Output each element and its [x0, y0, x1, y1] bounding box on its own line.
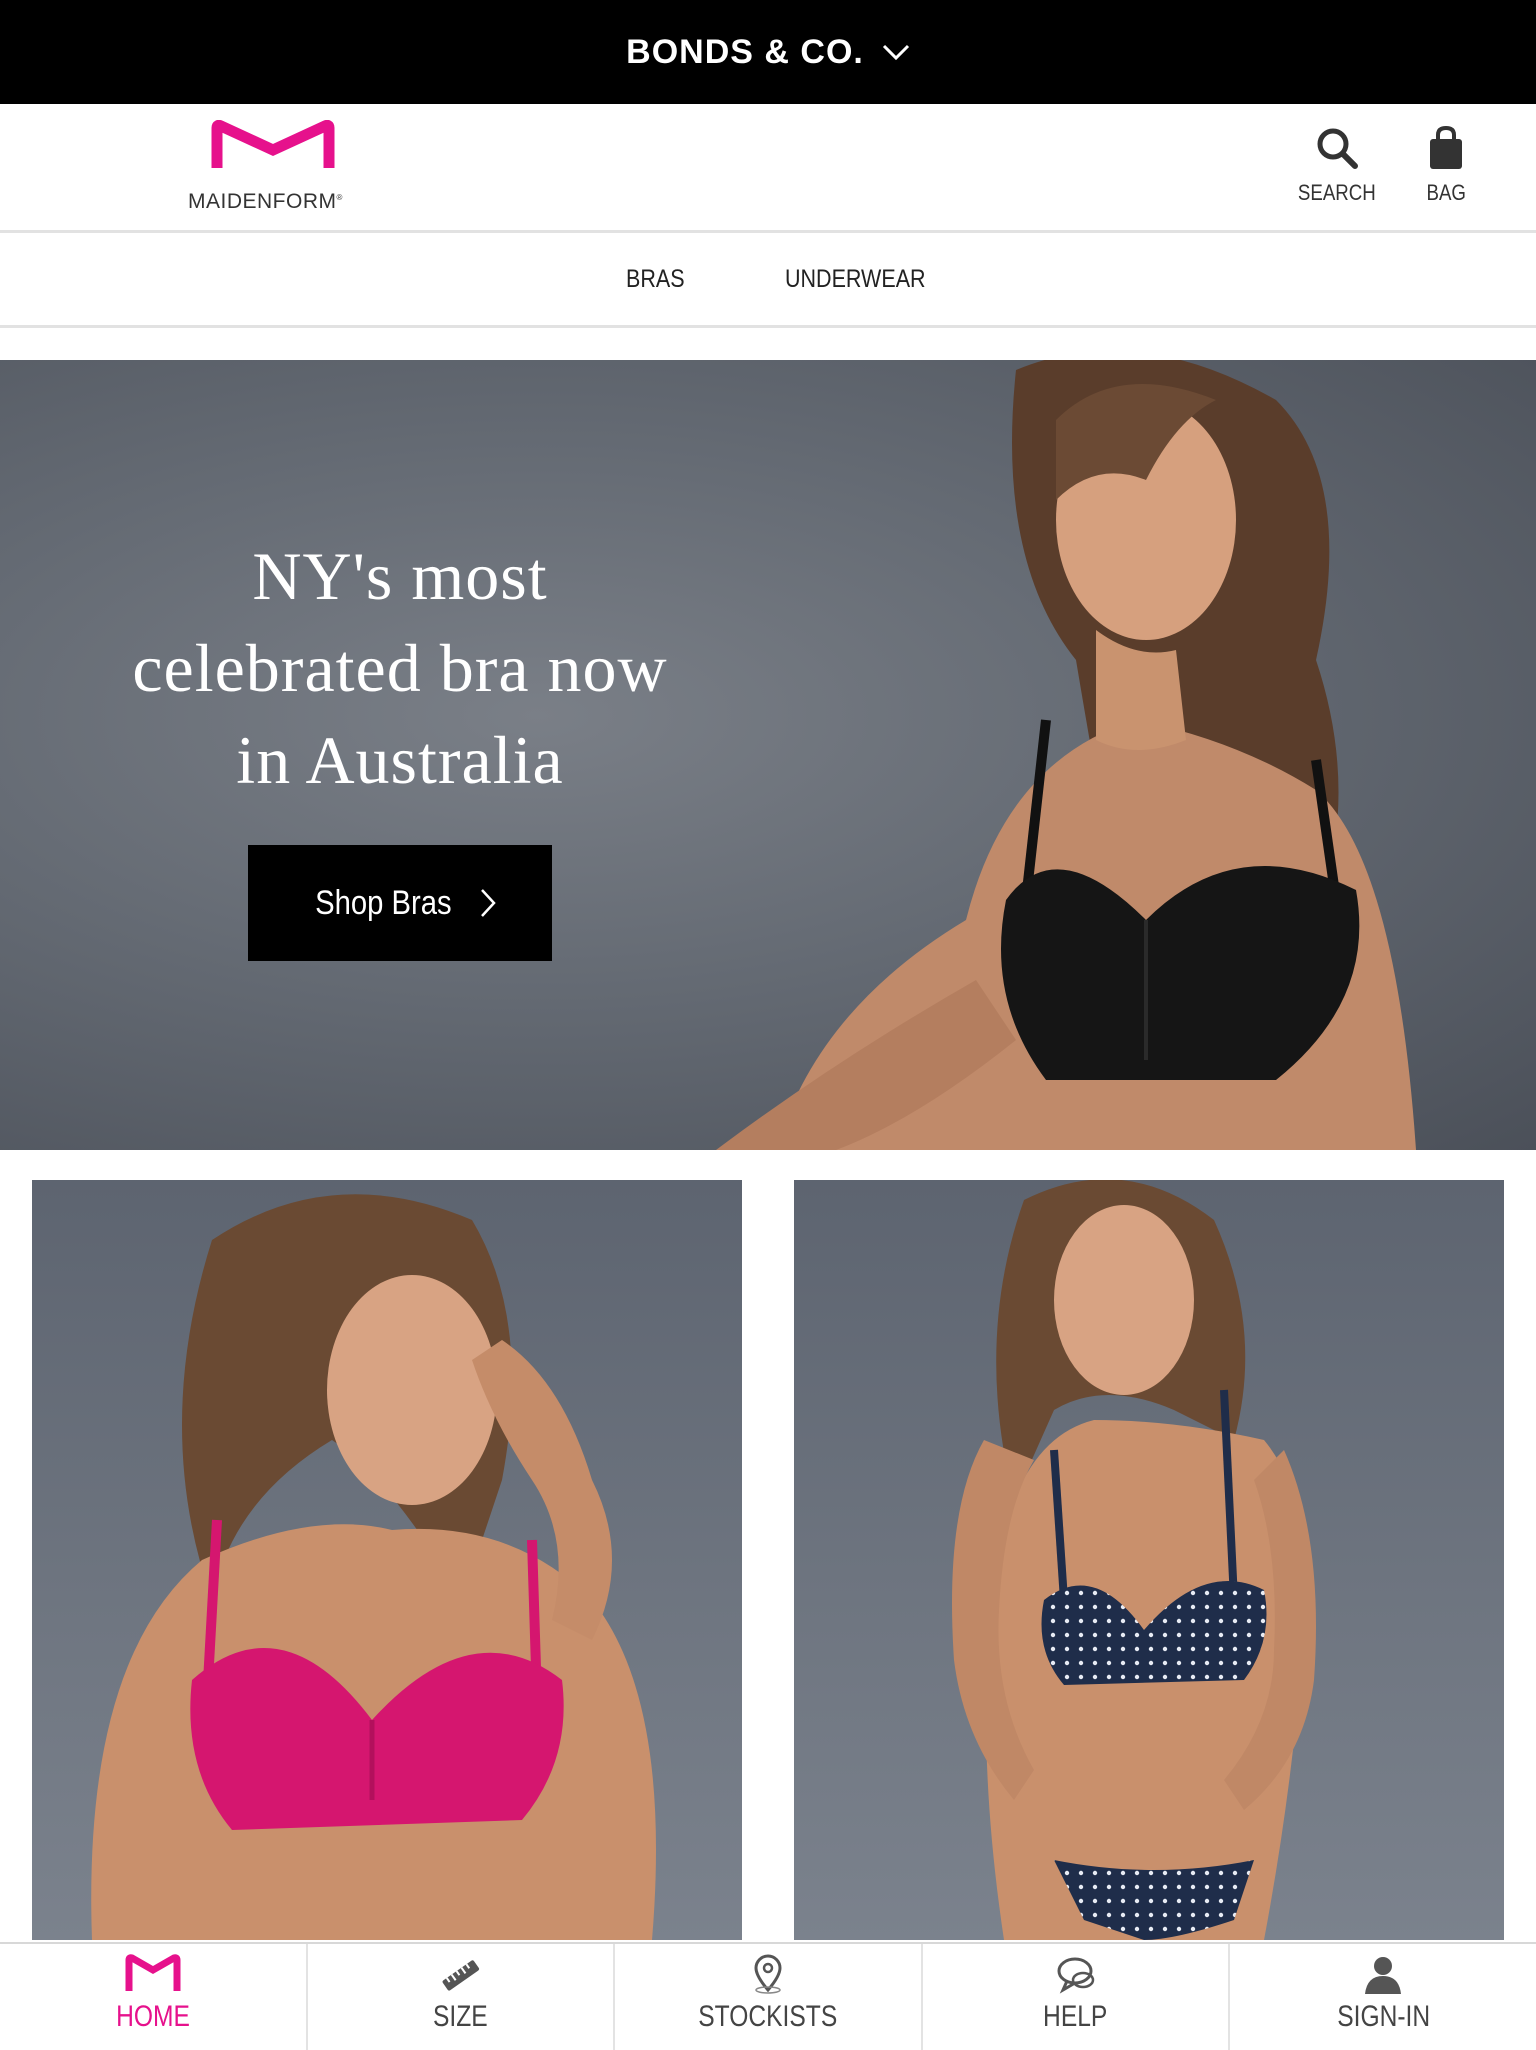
- hero-headline-line-2: celebrated bra now: [132, 630, 668, 706]
- bag-button[interactable]: BAG: [1408, 126, 1484, 206]
- tab-size-label: SIZE: [433, 2000, 488, 2033]
- tab-home-label: HOME: [115, 2000, 190, 2033]
- map-pin-icon: [754, 1954, 782, 1994]
- product-tile-pink-bra[interactable]: [32, 1180, 742, 1940]
- logo-text: MAIDENFORM®: [188, 190, 343, 213]
- chat-bubble-icon: [1057, 1957, 1094, 1994]
- brand-name: BONDS & CO.: [626, 32, 864, 71]
- maidenform-m-icon: [125, 1954, 181, 1991]
- shop-bras-button[interactable]: Shop Bras: [248, 845, 552, 961]
- hero-headline-line-1: NY's most: [252, 538, 548, 614]
- ruler-icon: [442, 1960, 480, 1991]
- chevron-right-icon: [481, 889, 497, 917]
- tab-size[interactable]: SIZE: [305, 1944, 614, 2050]
- tab-stockists[interactable]: STOCKISTS: [613, 1944, 921, 2050]
- tab-sign-in-label: SIGN-IN: [1336, 2000, 1430, 2033]
- nav-tab-underwear[interactable]: UNDERWEAR: [785, 265, 926, 294]
- maidenform-m-icon: [211, 120, 335, 168]
- brand-bar: BONDS & CO.: [0, 0, 1536, 104]
- polka-dot-set-model-photo: [952, 1180, 1316, 1940]
- header: MAIDENFORM® SEARCH BAG: [0, 104, 1536, 233]
- tab-home[interactable]: HOME: [0, 1944, 306, 2050]
- tab-sign-in[interactable]: SIGN-IN: [1228, 1944, 1536, 2050]
- hero-headline-line-3: in Australia: [236, 722, 564, 798]
- nav-tab-bras[interactable]: BRAS: [626, 265, 685, 294]
- pink-bra-model-photo: [91, 1194, 656, 1940]
- product-tile-polka-dot-set[interactable]: [794, 1180, 1504, 1940]
- bottom-tab-bar: HOME SIZE STOCKISTS HELP SIGN-IN: [0, 1942, 1536, 2050]
- shopping-bag-icon: [1430, 126, 1462, 169]
- category-nav: BRAS UNDERWEAR: [0, 233, 1536, 328]
- shop-bras-label: Shop Bras: [314, 883, 452, 922]
- hero-headline: NY's most celebrated bra now in Australi…: [80, 530, 720, 806]
- chevron-down-icon: [882, 44, 909, 61]
- search-label: SEARCH: [1298, 180, 1376, 205]
- tab-help-label: HELP: [1043, 2000, 1108, 2033]
- search-button[interactable]: SEARCH: [1290, 126, 1384, 206]
- tab-help[interactable]: HELP: [920, 1944, 1229, 2050]
- brand-switcher[interactable]: BONDS & CO.: [626, 33, 910, 72]
- user-icon: [1365, 1957, 1402, 1994]
- maidenform-logo[interactable]: MAIDENFORM®: [188, 120, 360, 213]
- search-icon: [1317, 128, 1358, 169]
- hero-banner[interactable]: NY's most celebrated bra now in Australi…: [0, 360, 1536, 1150]
- tab-stockists-label: STOCKISTS: [698, 2000, 838, 2033]
- hero-model-photo: [716, 360, 1416, 1150]
- bag-label: BAG: [1426, 180, 1466, 205]
